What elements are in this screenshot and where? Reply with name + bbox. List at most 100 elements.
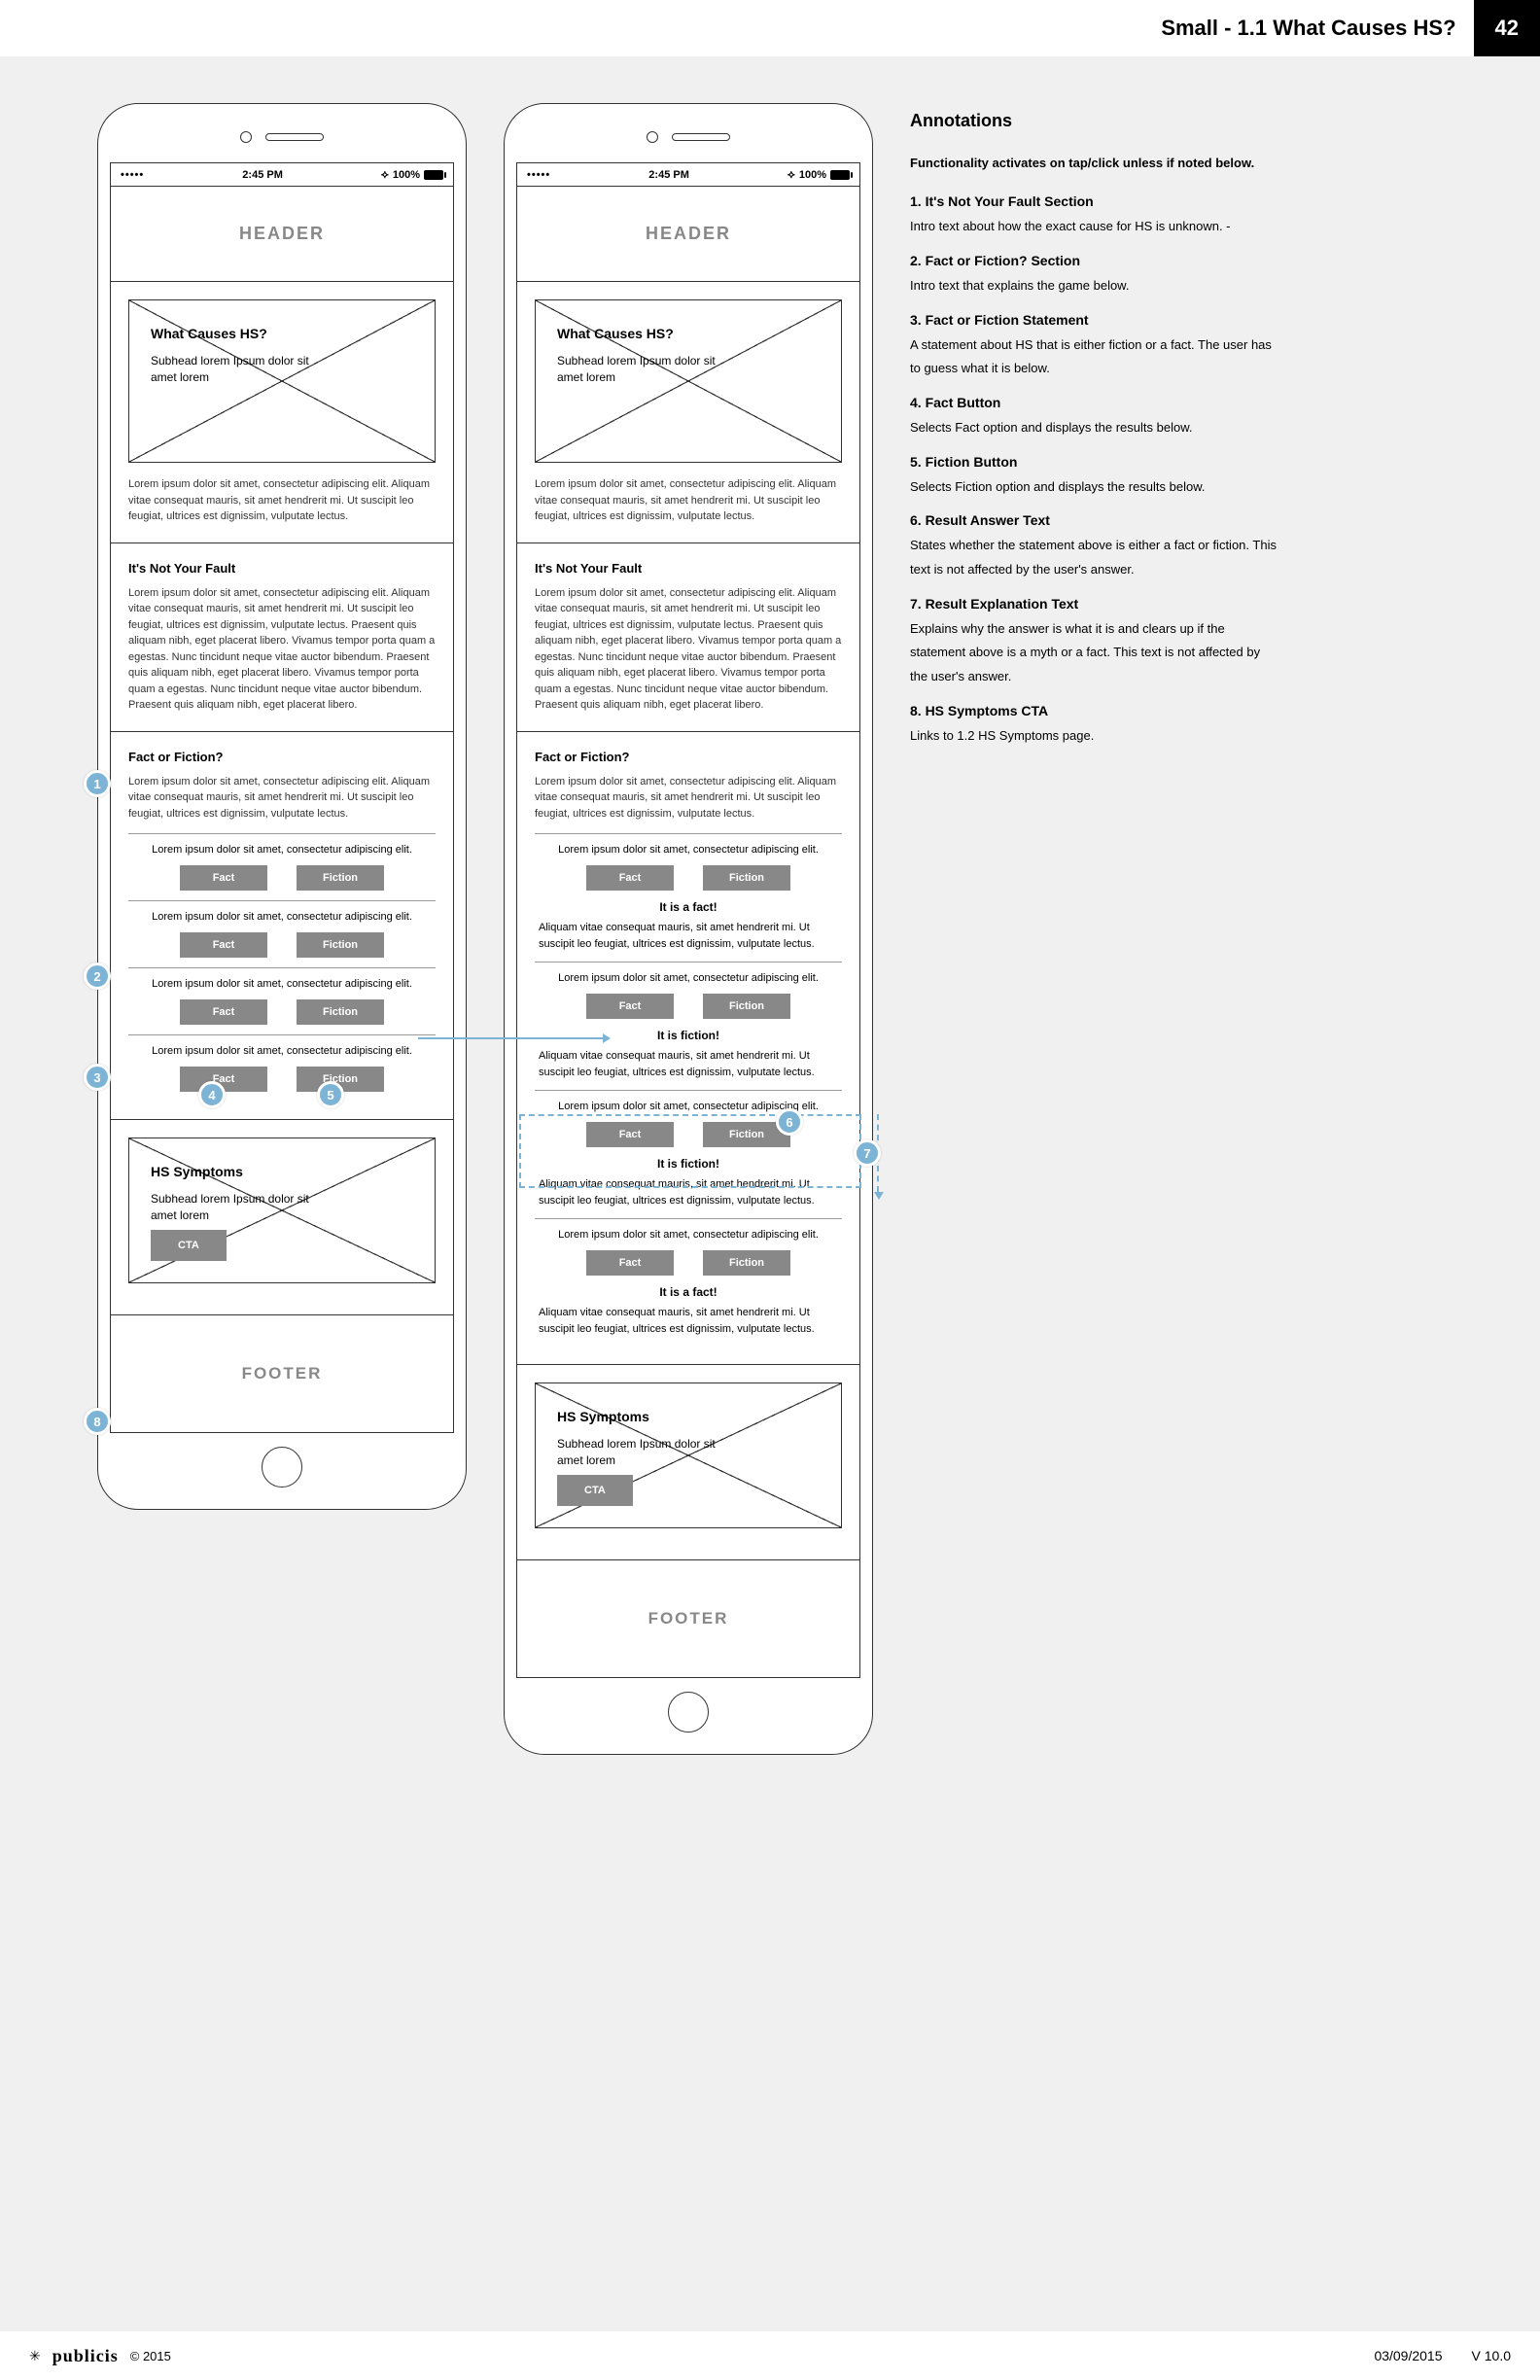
home-button-icon [262,1447,302,1488]
annotation-item-body: Selects Fact option and displays the res… [910,416,1279,440]
fact-button[interactable]: Fact [586,1122,674,1147]
battery-icon [424,170,443,180]
signal-dots: ••••• [527,169,550,181]
fact-button[interactable]: Fact [180,1067,267,1092]
transition-arrow-icon [418,1037,603,1039]
fact-button[interactable]: Fact [180,932,267,958]
battery-pct: 100% [799,169,826,181]
annotation-item-title: 7. Result Explanation Text [910,596,1279,612]
hs-symptoms-cta[interactable]: CTA [151,1230,227,1261]
copyright-text: © 2015 [130,2349,171,2363]
fact-fiction-statement: Lorem ipsum dolor sit amet, consectetur … [535,844,842,856]
document-date: 03/09/2015 [1374,2348,1442,2363]
hero-body: Lorem ipsum dolor sit amet, consectetur … [535,476,842,525]
symptoms-image-placeholder: HS Symptoms Subhead lorem Ipsum dolor si… [128,1138,436,1283]
phone-mockup-results: ••••• 2:45 PM ⟡ 100% HEADER What Causes … [504,103,873,1755]
annotation-item-title: 8. HS Symptoms CTA [910,703,1279,718]
annotation-item-title: 1. It's Not Your Fault Section [910,193,1279,209]
annotation-item-body: States whether the statement above is ei… [910,534,1279,581]
document-version: V 10.0 [1472,2348,1511,2363]
fact-fiction-intro: Lorem ipsum dolor sit amet, consectetur … [128,774,436,822]
hs-symptoms-cta[interactable]: CTA [557,1475,633,1506]
annotation-item-body: Intro text that explains the game below. [910,274,1279,298]
not-your-fault-title: It's Not Your Fault [128,561,436,576]
not-your-fault-body: Lorem ipsum dolor sit amet, consectetur … [128,585,436,714]
hero-subhead: Subhead lorem Ipsum dolor sit amet lorem [557,353,722,386]
status-time: 2:45 PM [242,169,283,181]
hero-image-placeholder: What Causes HS? Subhead lorem Ipsum dolo… [128,299,436,463]
site-header-placeholder: HEADER [111,187,453,282]
status-bar: ••••• 2:45 PM ⟡ 100% [111,163,453,187]
result-answer-text: It is a fact! [535,1285,842,1299]
status-bar: ••••• 2:45 PM ⟡ 100% [517,163,859,187]
document-title: Small - 1.1 What Causes HS? [1161,16,1455,41]
fact-fiction-statement: Lorem ipsum dolor sit amet, consectetur … [128,1045,436,1057]
result-explanation-text: Aliquam vitae consequat mauris, sit amet… [535,1305,842,1337]
fiction-button[interactable]: Fiction [703,865,790,891]
symptoms-subhead: Subhead lorem Ipsum dolor sit amet lorem [151,1191,316,1224]
battery-icon [830,170,850,180]
not-your-fault-title: It's Not Your Fault [535,561,842,576]
not-your-fault-body: Lorem ipsum dolor sit amet, consectetur … [535,585,842,714]
annotation-item-body: Explains why the answer is what it is an… [910,617,1279,689]
annotation-item-title: 6. Result Answer Text [910,512,1279,528]
home-button-icon [668,1692,709,1732]
fact-fiction-statement: Lorem ipsum dolor sit amet, consectetur … [535,1229,842,1241]
battery-pct: 100% [393,169,420,181]
annotation-item-title: 3. Fact or Fiction Statement [910,312,1279,328]
annotation-item: 6. Result Answer Text States whether the … [910,512,1279,581]
annotation-item-body: Intro text about how the exact cause for… [910,215,1279,239]
fact-fiction-statement: Lorem ipsum dolor sit amet, consectetur … [128,978,436,990]
phone-speaker-icon [672,133,730,141]
fiction-button[interactable]: Fiction [703,994,790,1019]
annotation-item: 4. Fact ButtonSelects Fact option and di… [910,395,1279,440]
status-time: 2:45 PM [648,169,689,181]
annotation-item: 8. HS Symptoms CTALinks to 1.2 HS Sympto… [910,703,1279,749]
fact-button[interactable]: Fact [586,994,674,1019]
annotations-panel: Annotations Functionality activates on t… [910,103,1279,748]
fact-button[interactable]: Fact [586,865,674,891]
fact-fiction-statement: Lorem ipsum dolor sit amet, consectetur … [128,844,436,856]
site-header-placeholder: HEADER [517,187,859,282]
fiction-button[interactable]: Fiction [703,1122,790,1147]
annotations-heading: Annotations [910,111,1279,131]
result-explanation-text: Aliquam vitae consequat mauris, sit amet… [535,920,842,952]
annotation-item: 7. Result Explanation Text Explains why t… [910,596,1279,689]
expand-arrow-icon [877,1114,879,1192]
fiction-button[interactable]: Fiction [703,1250,790,1276]
fiction-button[interactable]: Fiction [297,999,384,1025]
phone-speaker-icon [265,133,324,141]
bluetooth-icon: ⟡ [381,167,389,182]
annotation-item-body: A statement about HS that is either fict… [910,333,1279,381]
hero-image-placeholder: What Causes HS? Subhead lorem Ipsum dolo… [535,299,842,463]
result-answer-text: It is fiction! [535,1157,842,1171]
symptoms-image-placeholder: HS Symptoms Subhead lorem Ipsum dolor si… [535,1382,842,1528]
annotation-item: 3. Fact or Fiction Statement A statement … [910,312,1279,381]
bluetooth-icon: ⟡ [788,167,795,182]
result-answer-text: It is fiction! [535,1029,842,1042]
hero-subhead: Subhead lorem Ipsum dolor sit amet lorem [151,353,316,386]
site-footer-placeholder: FOOTER [517,1560,859,1677]
hero-title: What Causes HS? [557,326,820,341]
document-footer: ✳ publicis © 2015 03/09/2015 V 10.0 [0,2331,1540,2380]
fiction-button[interactable]: Fiction [297,1067,384,1092]
result-explanation-text: Aliquam vitae consequat mauris, sit amet… [535,1048,842,1080]
hero-body: Lorem ipsum dolor sit amet, consectetur … [128,476,436,525]
fiction-button[interactable]: Fiction [297,932,384,958]
fact-fiction-statement: Lorem ipsum dolor sit amet, consectetur … [535,1101,842,1112]
fact-button[interactable]: Fact [180,999,267,1025]
hero-title: What Causes HS? [151,326,413,341]
fact-button[interactable]: Fact [180,865,267,891]
annotation-item: 5. Fiction Button Selects Fiction option … [910,454,1279,500]
signal-dots: ••••• [121,169,144,181]
annotation-item-title: 5. Fiction Button [910,454,1279,470]
fiction-button[interactable]: Fiction [297,865,384,891]
annotation-item: 2. Fact or Fiction? SectionIntro text th… [910,253,1279,298]
phone-camera-icon [240,131,252,143]
annotation-item-body: Selects Fiction option and displays the … [910,475,1279,500]
fact-button[interactable]: Fact [586,1250,674,1276]
site-footer-placeholder: FOOTER [111,1315,453,1432]
fact-fiction-title: Fact or Fiction? [128,750,436,764]
symptoms-title: HS Symptoms [151,1164,413,1179]
symptoms-title: HS Symptoms [557,1409,820,1424]
